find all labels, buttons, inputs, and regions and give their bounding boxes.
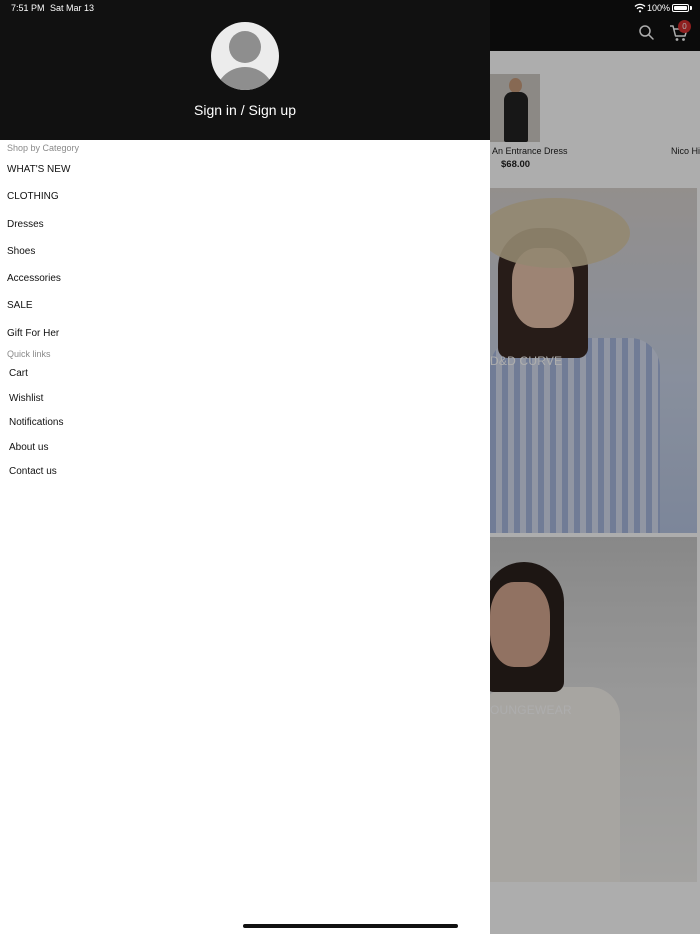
status-time: 7:51 PM [11,3,45,13]
quick-link-cart[interactable]: Cart [9,368,28,379]
category-item-gift-for-her[interactable]: Gift For Her [7,328,59,339]
category-item-dresses[interactable]: Dresses [7,219,44,230]
battery-cap [690,6,692,10]
quick-link-about-us[interactable]: About us [9,442,48,453]
shop-by-category-title: Shop by Category [7,143,80,153]
battery-icon [672,4,689,12]
category-item-sale[interactable]: SALE [7,300,33,311]
drawer-header: Sign in / Sign up [0,0,490,140]
quick-link-contact-us[interactable]: Contact us [9,466,57,477]
quick-link-notifications[interactable]: Notifications [9,417,63,428]
category-item-accessories[interactable]: Accessories [7,273,61,284]
category-item-whats-new[interactable]: WHAT'S NEW [7,164,70,175]
sign-in-button[interactable]: Sign in / Sign up [0,102,490,118]
status-date: Sat Mar 13 [50,3,95,13]
home-indicator[interactable] [243,924,458,928]
wifi-icon [634,3,646,13]
category-item-shoes[interactable]: Shoes [7,246,35,257]
status-bar: 7:51 PM Sat Mar 13 100% [0,0,700,17]
quick-link-wishlist[interactable]: Wishlist [9,393,43,404]
user-avatar-icon[interactable] [211,22,279,90]
quick-links-title: Quick links [7,349,51,359]
battery-percentage: 100% [647,3,671,13]
category-item-clothing[interactable]: CLOTHING [7,191,59,202]
side-drawer: Sign in / Sign up Shop by Category WHAT'… [0,0,490,934]
